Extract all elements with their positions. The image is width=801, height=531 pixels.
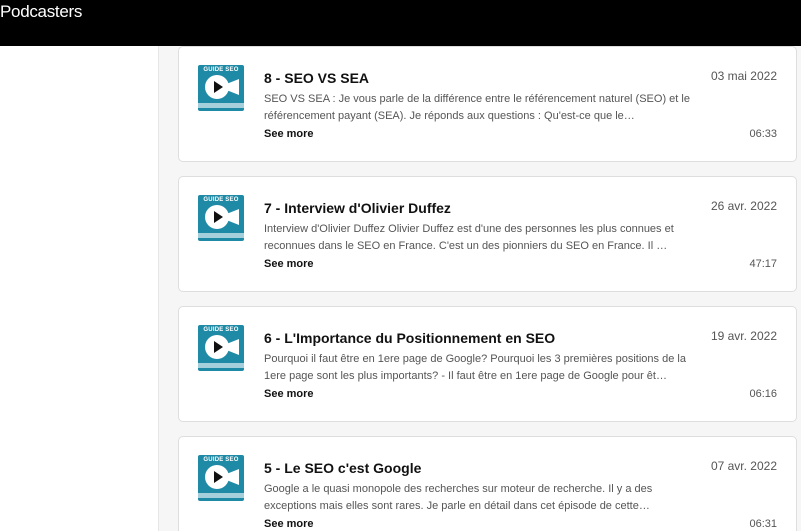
episode-description: SEO VS SEA : Je vous parle de la différe… (264, 93, 690, 122)
thumbnail-logo-strip (198, 233, 244, 238)
camera-icon (227, 339, 239, 355)
episode-title[interactable]: 8 - SEO VS SEA (264, 70, 369, 86)
camera-icon (227, 469, 239, 485)
episode-thumbnail[interactable]: GUIDE SEO (198, 195, 244, 241)
thumbnail-tag: GUIDE SEO (203, 197, 239, 203)
thumbnail-logo-strip (198, 493, 244, 498)
episode-duration: 06:16 (749, 388, 777, 400)
episode-date: 07 avr. 2022 (710, 459, 777, 473)
episode-duration: 06:31 (749, 518, 777, 530)
play-icon (205, 75, 229, 99)
episode-thumbnail[interactable]: GUIDE SEO (198, 325, 244, 371)
brand-name[interactable]: Podcasters (0, 2, 82, 22)
episode-date: 19 avr. 2022 (710, 329, 777, 343)
episode-card[interactable]: GUIDE SEO 6 - L'Importance du Positionne… (178, 306, 797, 422)
episode-date: 26 avr. 2022 (710, 199, 777, 213)
see-more-link[interactable]: See more (264, 388, 314, 400)
episode-duration: 06:33 (749, 128, 777, 140)
episode-title[interactable]: 6 - L'Importance du Positionnement en SE… (264, 330, 555, 346)
see-more-link[interactable]: See more (264, 518, 314, 530)
episode-thumbnail[interactable]: GUIDE SEO (198, 455, 244, 501)
episode-description: Interview d'Olivier Duffez Olivier Duffe… (264, 223, 674, 252)
play-icon (205, 205, 229, 229)
thumbnail-tag: GUIDE SEO (203, 457, 239, 463)
play-icon (205, 465, 229, 489)
episode-card[interactable]: GUIDE SEO 5 - Le SEO c'est Google 07 avr… (178, 436, 797, 531)
thumbnail-logo-strip (198, 363, 244, 368)
thumbnail-tag: GUIDE SEO (203, 67, 239, 73)
episode-title[interactable]: 5 - Le SEO c'est Google (264, 460, 421, 476)
see-more-link[interactable]: See more (264, 258, 314, 270)
episode-description: Pourquoi il faut être en 1ere page de Go… (264, 353, 686, 382)
episode-card[interactable]: GUIDE SEO 8 - SEO VS SEA 03 mai 2022 SEO… (178, 46, 797, 162)
episode-description: Google a le quasi monopole des recherche… (264, 483, 653, 512)
thumbnail-logo-strip (198, 103, 244, 108)
camera-icon (227, 209, 239, 225)
episode-duration: 47:17 (749, 258, 777, 270)
play-icon (205, 335, 229, 359)
camera-icon (227, 79, 239, 95)
episode-date: 03 mai 2022 (710, 69, 777, 83)
top-bar: Podcasters (0, 0, 801, 46)
episode-title[interactable]: 7 - Interview d'Olivier Duffez (264, 200, 451, 216)
episode-feed[interactable]: GUIDE SEO 8 - SEO VS SEA 03 mai 2022 SEO… (159, 46, 801, 531)
episode-card[interactable]: GUIDE SEO 7 - Interview d'Olivier Duffez… (178, 176, 797, 292)
left-pane (0, 46, 158, 531)
thumbnail-tag: GUIDE SEO (203, 327, 239, 333)
see-more-link[interactable]: See more (264, 128, 314, 140)
episode-thumbnail[interactable]: GUIDE SEO (198, 65, 244, 111)
